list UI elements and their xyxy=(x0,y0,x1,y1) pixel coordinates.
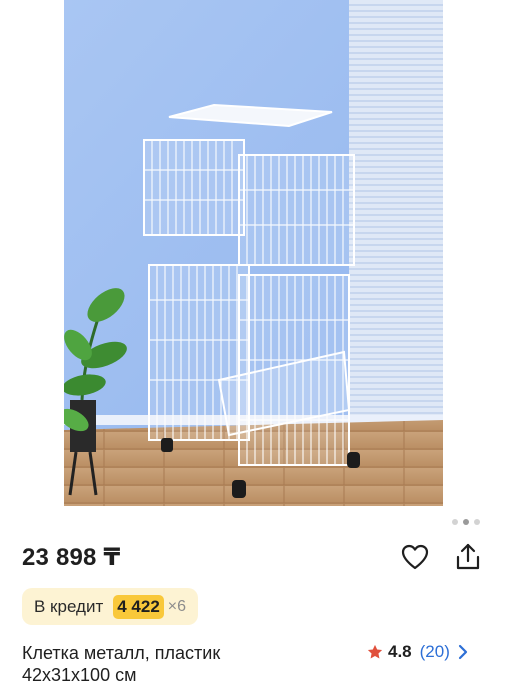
gallery-dot[interactable] xyxy=(474,519,480,525)
product-gallery[interactable] xyxy=(0,0,506,530)
favorite-button[interactable] xyxy=(400,542,430,572)
product-title: Клетка металл, пластик 42x31x100 см xyxy=(22,642,342,686)
share-button[interactable] xyxy=(453,542,483,572)
gallery-dot[interactable] xyxy=(452,519,458,525)
product-title-line: 42x31x100 см xyxy=(22,665,137,685)
review-count[interactable]: (20) xyxy=(420,642,450,662)
chevron-right-icon xyxy=(458,644,468,660)
credit-months: ×6 xyxy=(167,597,187,615)
product-price: 23 898 ₸ xyxy=(22,544,121,571)
rating-link[interactable]: 4.8 (20) xyxy=(366,640,468,664)
heart-icon xyxy=(401,544,429,570)
credit-offer-chip[interactable]: В кредит 4 422 ×6 xyxy=(22,588,199,625)
star-icon xyxy=(367,644,383,659)
product-photo[interactable] xyxy=(64,0,443,506)
gallery-dot-active[interactable] xyxy=(463,519,469,525)
credit-monthly-amount: 4 422 xyxy=(113,594,164,619)
credit-label: В кредит xyxy=(34,596,104,616)
share-icon xyxy=(456,543,480,570)
gallery-pagination xyxy=(452,519,480,525)
price-row: 23 898 ₸ xyxy=(22,540,488,580)
product-title-line: Клетка металл, пластик xyxy=(22,643,221,663)
rating-value: 4.8 xyxy=(388,642,412,661)
